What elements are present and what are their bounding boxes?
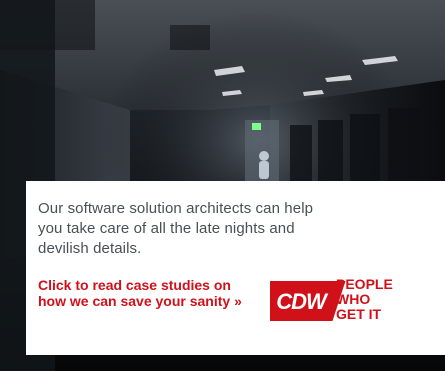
ad-banner[interactable]: Our software solution architects can hel… — [0, 0, 445, 371]
ad-copy-panel: Our software solution architects can hel… — [26, 181, 445, 355]
brand-tagline: PEOPLE WHO GET IT — [336, 277, 426, 322]
logo-wordmark: CDW — [276, 289, 327, 314]
tagline-line-2: WHO — [336, 291, 371, 307]
read-case-studies-link[interactable]: Click to read case studies on how we can… — [38, 277, 243, 309]
brand-lockup[interactable]: CDW PEOPLE WHO GET IT — [270, 277, 420, 331]
ad-body-copy: Our software solution architects can hel… — [38, 200, 314, 257]
tagline-line-1: PEOPLE — [336, 276, 393, 292]
tagline-line-3: GET IT — [336, 306, 382, 322]
cdw-logo[interactable]: CDW — [270, 281, 346, 321]
